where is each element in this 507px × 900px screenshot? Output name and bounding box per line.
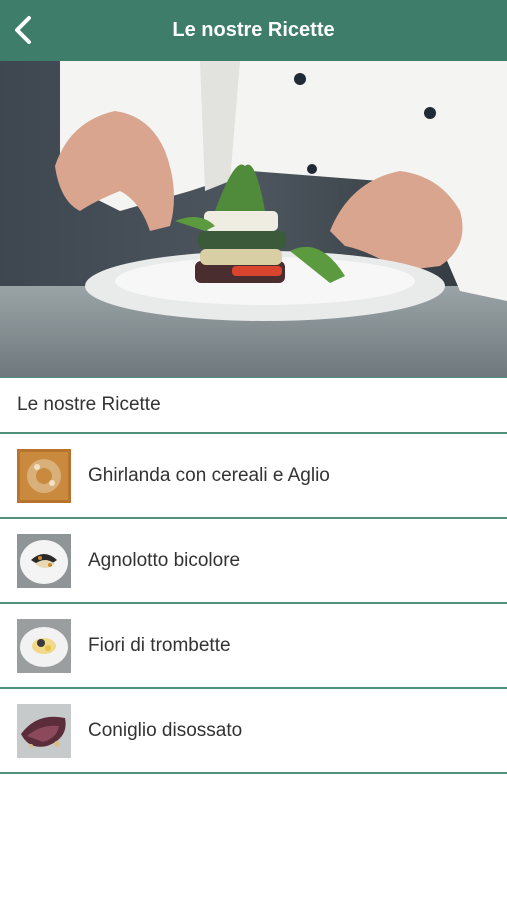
recipe-list: Ghirlanda con cereali e Aglio Agnolotto … [0, 434, 507, 774]
recipe-item-fiori[interactable]: Fiori di trombette [0, 604, 507, 689]
chevron-left-icon [15, 16, 31, 44]
section-title: Le nostre Ricette [0, 377, 507, 434]
recipe-label: Coniglio disossato [88, 719, 243, 741]
recipe-item-ghirlanda[interactable]: Ghirlanda con cereali e Aglio [0, 434, 507, 519]
recipe-label: Ghirlanda con cereali e Aglio [88, 464, 330, 486]
agnolotto-thumbnail [17, 533, 71, 588]
recipe-label: Fiori di trombette [88, 634, 231, 656]
hero-image [0, 61, 507, 377]
fiori-thumbnail [17, 618, 71, 673]
back-button[interactable] [8, 12, 38, 48]
page-title: Le nostre Ricette [172, 19, 335, 41]
top-navigation-bar: Le nostre Ricette [0, 0, 507, 61]
ghirlanda-thumbnail [17, 448, 71, 503]
recipe-item-coniglio[interactable]: Coniglio disossato [0, 689, 507, 774]
recipe-item-agnolotto[interactable]: Agnolotto bicolore [0, 519, 507, 604]
coniglio-thumbnail [17, 703, 71, 758]
recipe-label: Agnolotto bicolore [88, 549, 241, 571]
